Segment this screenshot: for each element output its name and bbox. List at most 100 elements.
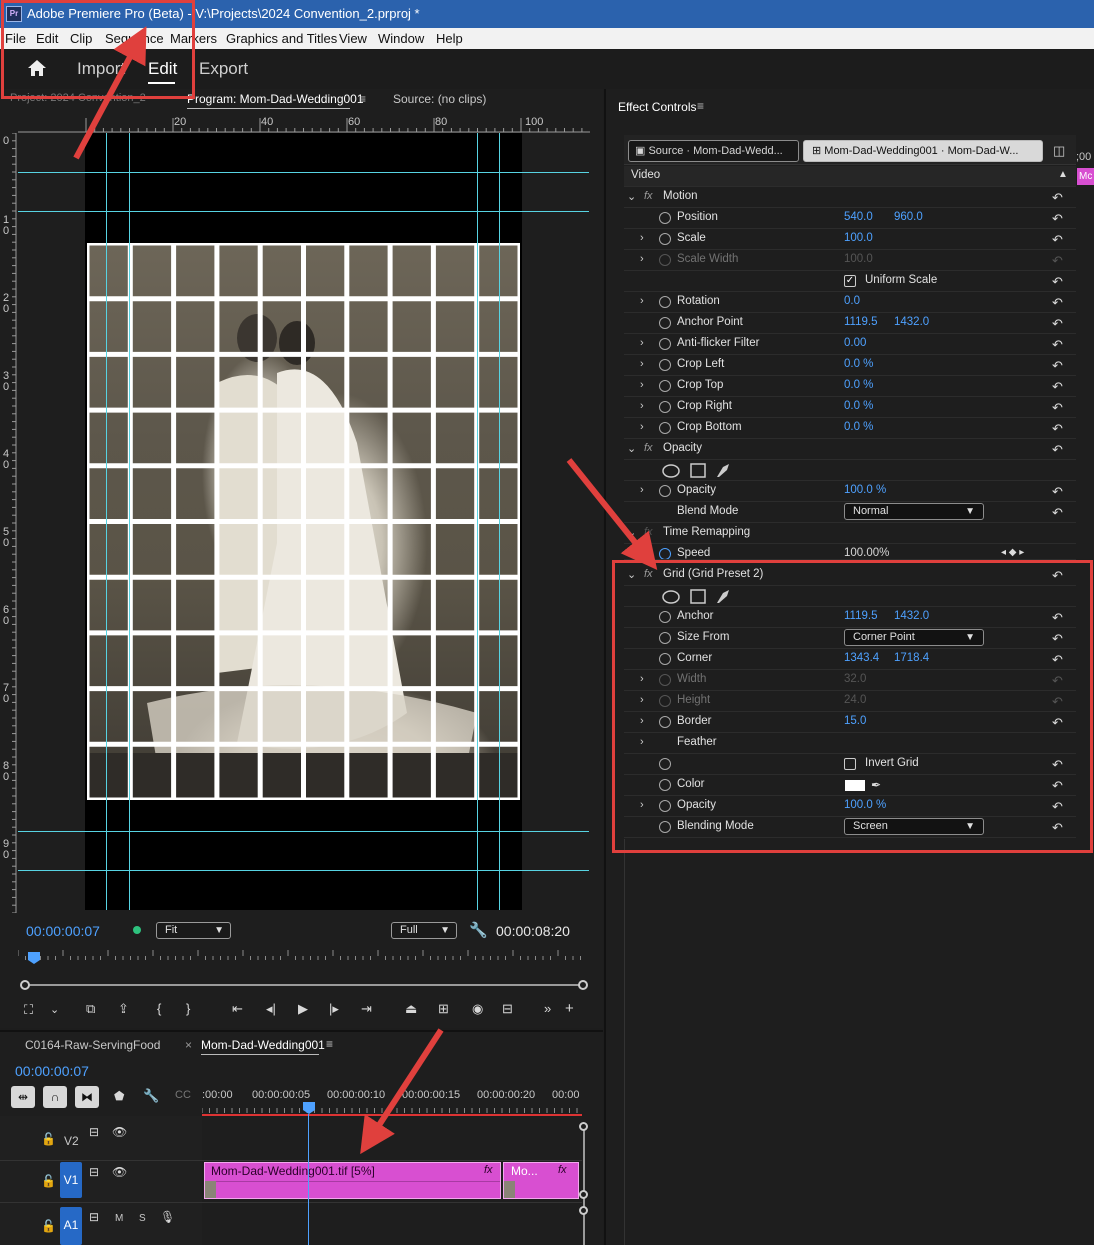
reset-icon[interactable]: ↶ bbox=[1052, 379, 1063, 395]
antiflicker-value[interactable]: 0.00 bbox=[844, 337, 866, 349]
source-monitor-tab[interactable]: Source: (no clips) bbox=[393, 92, 486, 106]
track-a1-target[interactable]: A1 bbox=[60, 1207, 82, 1245]
toggle-timeline-view-icon[interactable]: ◫ bbox=[1053, 143, 1065, 159]
stopwatch-icon[interactable] bbox=[659, 548, 671, 559]
chevron-down-icon[interactable]: ⌄ bbox=[50, 1003, 59, 1016]
menu-graphics-and-titles[interactable]: Graphics and Titles bbox=[226, 31, 337, 46]
reset-icon[interactable]: ↶ bbox=[1052, 295, 1063, 311]
ec-clip-bar[interactable]: Mc bbox=[1077, 168, 1094, 185]
lock-icon[interactable]: 🔓 bbox=[41, 1219, 56, 1233]
step-forward-icon[interactable]: |▸ bbox=[329, 1001, 339, 1017]
expand-chevron-icon[interactable]: ⌄ bbox=[627, 442, 636, 455]
reset-icon[interactable]: ↶ bbox=[1052, 358, 1063, 374]
ellipse-mask-icon[interactable] bbox=[662, 464, 680, 478]
export-frame-icon[interactable]: ⇪ bbox=[118, 1001, 129, 1017]
reset-icon[interactable]: ↶ bbox=[1052, 190, 1063, 206]
pen-mask-icon[interactable] bbox=[717, 464, 729, 477]
reset-icon[interactable]: ↶ bbox=[1052, 211, 1063, 227]
timeline-playhead-line[interactable] bbox=[308, 1114, 309, 1245]
toggle-sync-lock-icon[interactable]: ⊟ bbox=[89, 1125, 99, 1139]
scroll-handle-top[interactable] bbox=[579, 1122, 588, 1131]
uniform-scale-checkbox[interactable]: ✓ bbox=[844, 275, 856, 287]
solo-button[interactable]: S bbox=[139, 1213, 146, 1224]
program-panel-menu-icon[interactable]: ≡ bbox=[359, 92, 366, 106]
workspace-export-tab[interactable]: Export bbox=[199, 59, 248, 79]
safe-margins-icon[interactable]: ⛶ bbox=[24, 1002, 33, 1018]
stopwatch-icon[interactable] bbox=[659, 401, 671, 413]
guide-line[interactable] bbox=[477, 133, 478, 910]
extract-icon[interactable]: ⊞ bbox=[438, 1001, 449, 1017]
stopwatch-icon[interactable] bbox=[659, 212, 671, 224]
insert-sequence-as-nest-icon[interactable]: ⇹ bbox=[11, 1086, 35, 1108]
timeline-clip-wedding[interactable]: Mom-Dad-Wedding001.tif [5%] fx bbox=[204, 1162, 501, 1199]
go-to-in-icon[interactable]: ⇤ bbox=[232, 1001, 243, 1017]
expand-chevron-icon[interactable]: › bbox=[640, 484, 644, 496]
menu-help[interactable]: Help bbox=[436, 31, 463, 46]
lock-icon[interactable]: 🔓 bbox=[41, 1174, 56, 1188]
stopwatch-icon[interactable] bbox=[659, 296, 671, 308]
guide-line[interactable] bbox=[499, 133, 500, 910]
reset-icon[interactable]: ↶ bbox=[1052, 274, 1063, 290]
stopwatch-icon[interactable] bbox=[659, 422, 671, 434]
time-remapping-row[interactable]: ⌄ fx Time Remapping bbox=[624, 523, 1076, 544]
captions-icon[interactable]: CC bbox=[175, 1089, 191, 1101]
reset-icon[interactable]: ↶ bbox=[1052, 316, 1063, 332]
expand-chevron-icon[interactable]: › bbox=[640, 295, 644, 307]
anchor-x-value[interactable]: 1119.5 bbox=[844, 316, 877, 328]
rotation-value[interactable]: 0.0 bbox=[844, 295, 860, 307]
speed-value[interactable]: 100.00% bbox=[844, 547, 889, 559]
stopwatch-icon[interactable] bbox=[659, 233, 671, 245]
guide-line[interactable] bbox=[129, 133, 130, 910]
microphone-icon[interactable]: 🎙 bbox=[160, 1210, 175, 1224]
reset-icon[interactable]: ↶ bbox=[1052, 337, 1063, 353]
stopwatch-icon[interactable] bbox=[659, 359, 671, 371]
anchor-y-value[interactable]: 1432.0 bbox=[894, 316, 929, 328]
insert-icon[interactable]: ⧉ bbox=[86, 1001, 95, 1017]
sequence-clip-tab[interactable]: ⊞ Mom-Dad-Wedding001 · Mom-Dad-W... bbox=[803, 140, 1043, 162]
play-icon[interactable]: ▶ bbox=[298, 1001, 308, 1017]
expand-chevron-icon[interactable]: ⌄ bbox=[627, 526, 636, 539]
add-marker-icon[interactable]: ⬟ bbox=[114, 1089, 124, 1103]
guide-line[interactable] bbox=[106, 133, 107, 910]
timeline-clip-second[interactable]: Mo... fx bbox=[503, 1162, 579, 1199]
expand-chevron-icon[interactable]: › bbox=[640, 253, 644, 265]
mark-out-icon[interactable]: } bbox=[186, 1001, 190, 1016]
reset-icon[interactable]: ↶ bbox=[1052, 484, 1063, 500]
lock-icon[interactable]: 🔓 bbox=[41, 1132, 56, 1146]
track-v2-label[interactable]: V2 bbox=[64, 1134, 79, 1148]
scroll-handle-audio[interactable] bbox=[579, 1206, 588, 1215]
crop-top-value[interactable]: 0.0 % bbox=[844, 379, 873, 391]
eye-icon[interactable]: 👁 bbox=[112, 1165, 127, 1179]
expand-chevron-icon[interactable]: › bbox=[640, 421, 644, 433]
opacity-effect-row[interactable]: ⌄ fx Opacity ↶ bbox=[624, 439, 1076, 460]
stopwatch-icon[interactable] bbox=[659, 485, 671, 497]
crop-bottom-value[interactable]: 0.0 % bbox=[844, 421, 873, 433]
position-y-value[interactable]: 960.0 bbox=[894, 211, 923, 223]
collapse-icon[interactable]: ▲ bbox=[1058, 169, 1068, 180]
step-back-icon[interactable]: ◂| bbox=[266, 1001, 276, 1017]
expand-chevron-icon[interactable]: ⌄ bbox=[627, 190, 636, 203]
eye-icon[interactable]: 👁 bbox=[112, 1125, 127, 1139]
zoom-level-dropdown[interactable]: Fit ▼ bbox=[156, 922, 231, 939]
opacity-value[interactable]: 100.0 % bbox=[844, 484, 886, 496]
comparison-view-icon[interactable]: ⊟ bbox=[502, 1001, 513, 1017]
guide-line[interactable] bbox=[18, 870, 589, 871]
guide-line[interactable] bbox=[18, 831, 589, 832]
timeline-settings-wrench-icon[interactable]: 🔧 bbox=[143, 1088, 159, 1104]
mark-in-icon[interactable]: { bbox=[157, 1001, 161, 1016]
expand-chevron-icon[interactable]: › bbox=[640, 232, 644, 244]
lift-icon[interactable]: ⏏ bbox=[405, 1001, 417, 1017]
stopwatch-icon[interactable] bbox=[659, 380, 671, 392]
scale-value[interactable]: 100.0 bbox=[844, 232, 873, 244]
playback-resolution-dropdown[interactable]: Full ▼ bbox=[391, 922, 457, 939]
add-button-icon[interactable]: + bbox=[565, 1000, 574, 1017]
stopwatch-icon[interactable] bbox=[659, 338, 671, 350]
mute-button[interactable]: M bbox=[115, 1213, 123, 1224]
toggle-sync-lock-icon[interactable]: ⊟ bbox=[89, 1210, 99, 1224]
more-icon[interactable]: » bbox=[544, 1001, 551, 1016]
stopwatch-icon[interactable] bbox=[659, 317, 671, 329]
panel-menu-icon[interactable]: ≡ bbox=[697, 99, 704, 113]
crop-left-value[interactable]: 0.0 % bbox=[844, 358, 873, 370]
expand-chevron-icon[interactable]: › bbox=[640, 379, 644, 391]
rectangle-mask-icon[interactable] bbox=[690, 463, 706, 478]
